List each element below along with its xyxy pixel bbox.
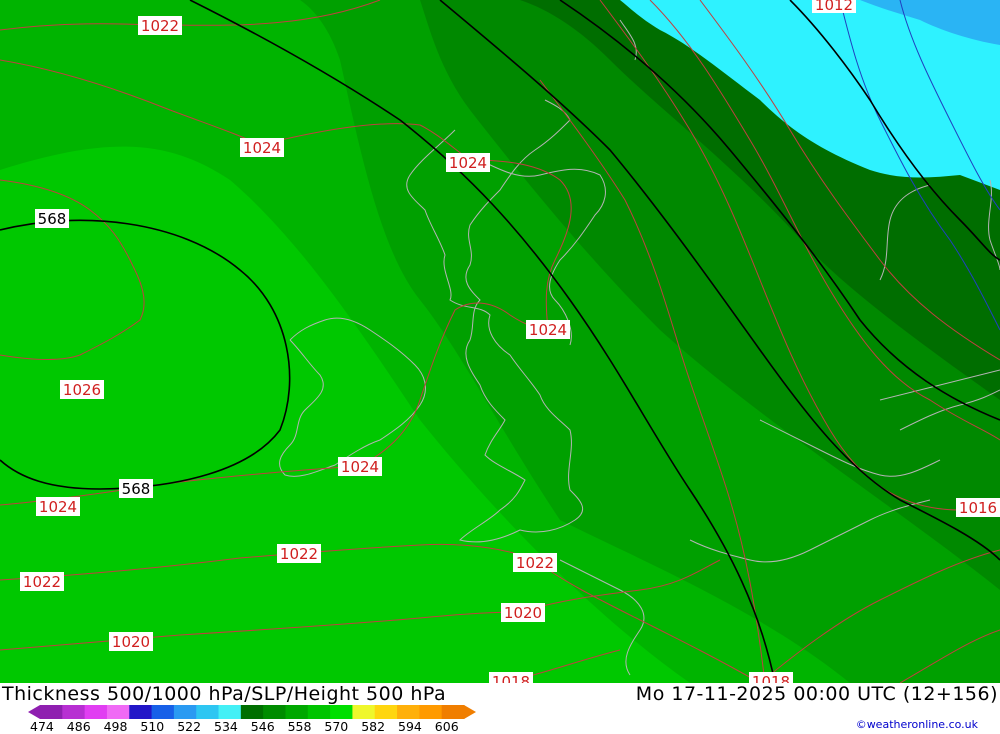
svg-text:568: 568 (122, 480, 151, 498)
isobar-label: 1024 (446, 153, 490, 172)
svg-text:1024: 1024 (449, 154, 487, 172)
isobar-label: 1022 (513, 553, 557, 572)
scale-swatch (84, 705, 108, 719)
scale-tick-label: 510 (140, 719, 165, 734)
scale-tick-label: 486 (66, 719, 91, 734)
scale-tick-label: 522 (177, 719, 202, 734)
scale-swatch (330, 705, 353, 719)
scale-tick-label: 606 (434, 719, 459, 734)
scale-tick-label: 582 (361, 719, 386, 734)
scale-swatch (240, 705, 264, 719)
height-label: 568 (35, 209, 69, 228)
svg-text:1022: 1022 (23, 573, 61, 591)
scale-swatch (397, 705, 420, 719)
scale-swatch (62, 705, 86, 719)
scale-swatch (106, 705, 130, 719)
isobar-label: 1018 (749, 672, 793, 691)
svg-text:568: 568 (38, 210, 67, 228)
scale-arrow-right (464, 705, 476, 719)
svg-text:1024: 1024 (243, 139, 281, 157)
footer: Thickness 500/1000 hPa/SLP/Height 500 hP… (0, 683, 1000, 734)
svg-text:1022: 1022 (516, 554, 554, 572)
svg-text:1022: 1022 (280, 545, 318, 563)
scale-swatch (151, 705, 175, 719)
scale-swatch (441, 705, 465, 719)
svg-text:1024: 1024 (529, 321, 567, 339)
scale-arrow-left (28, 705, 40, 719)
svg-text:1018: 1018 (492, 673, 530, 683)
svg-text:1018: 1018 (752, 673, 790, 683)
scale-tick-label: 594 (398, 719, 422, 734)
scale-swatch (218, 705, 242, 719)
svg-text:1022: 1022 (141, 17, 179, 35)
scale-swatch (196, 705, 220, 719)
scale-swatch (307, 705, 331, 719)
map-title: Thickness 500/1000 hPa/SLP/Height 500 hP… (2, 683, 447, 705)
color-scale (28, 705, 476, 719)
svg-text:1024: 1024 (341, 458, 379, 476)
scale-tick-label: 498 (103, 719, 128, 734)
svg-text:1026: 1026 (63, 381, 101, 399)
map-canvas: 1022 1024 1024 1024 1026 1024 1024 1022 … (0, 0, 1000, 691)
credit-text: ©weatheronline.co.uk (855, 718, 978, 731)
map-datetime: Mo 17-11-2025 00:00 UTC (12+156) (635, 683, 998, 705)
scale-tick-label: 570 (324, 719, 349, 734)
isobar-label: 1024 (338, 457, 382, 476)
isobar-label: 1026 (60, 380, 104, 399)
isobar-label: 1024 (240, 138, 284, 157)
isobar-label: 1016 (956, 498, 1000, 517)
isobar-label: 1024 (36, 497, 80, 516)
scale-swatch (173, 705, 197, 719)
weather-map: 1022 1024 1024 1024 1026 1024 1024 1022 … (0, 0, 1000, 691)
scale-swatch (352, 705, 376, 719)
isobar-label: 1020 (501, 603, 545, 622)
scale-tick-label: 558 (287, 719, 312, 734)
scale-tick-label: 534 (214, 719, 238, 734)
isobar-label: 1020 (109, 632, 153, 651)
svg-text:1024: 1024 (39, 498, 77, 516)
scale-swatch (374, 705, 398, 719)
svg-text:1020: 1020 (504, 604, 542, 622)
scale-swatch (129, 705, 153, 719)
isobar-label: 1022 (20, 572, 64, 591)
scale-swatch (419, 705, 443, 719)
isobar-label: 1018 (489, 672, 533, 691)
svg-text:1012: 1012 (815, 0, 853, 14)
scale-tick-label: 474 (30, 719, 54, 734)
isobar-label: 1022 (277, 544, 321, 563)
isobar-label: 1022 (138, 16, 182, 35)
scale-swatch (285, 705, 309, 719)
svg-text:1020: 1020 (112, 633, 150, 651)
scale-tick-label: 546 (250, 719, 275, 734)
scale-swatch (40, 705, 63, 719)
svg-text:1016: 1016 (959, 499, 997, 517)
scale-swatch (263, 705, 286, 719)
height-label: 568 (119, 479, 153, 498)
isobar-label: 1012 (812, 0, 856, 14)
isobar-label: 1024 (526, 320, 570, 339)
